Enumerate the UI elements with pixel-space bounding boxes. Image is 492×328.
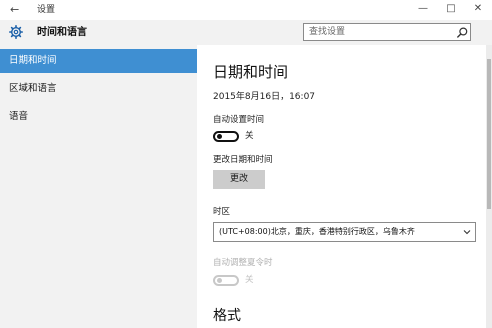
current-datetime: 2015年8月16日，16:07 <box>213 92 316 102</box>
minimize-button[interactable]: — <box>414 2 432 16</box>
scrollbar-thumb[interactable] <box>487 59 491 209</box>
close-button[interactable]: ✕ <box>469 2 487 16</box>
scrollbar[interactable] <box>486 45 492 328</box>
dst-state: 关 <box>245 275 254 285</box>
toggle-knob <box>217 278 222 283</box>
timezone-select[interactable]: (UTC+08:00)北京，重庆，香港特别行政区，乌鲁木齐 <box>213 222 476 242</box>
settings-window: ← 设置 — □ ✕ 时间和语言 日期和时间 区域和语言 语音 查找设置 日期和… <box>0 0 492 328</box>
auto-time-state: 关 <box>245 131 254 141</box>
maximize-button[interactable]: □ <box>442 2 460 16</box>
search-input[interactable] <box>309 26 449 38</box>
sidebar-item-speech[interactable]: 语音 <box>0 105 197 129</box>
window-title: 设置 <box>37 5 56 15</box>
chevron-down-icon <box>463 230 471 235</box>
dst-toggle[interactable] <box>213 275 239 286</box>
dst-label: 自动调整夏令时 <box>213 258 273 268</box>
search-strip <box>197 20 492 45</box>
auto-time-toggle[interactable] <box>213 131 239 142</box>
toggle-knob <box>217 134 222 139</box>
auto-time-label: 自动设置时间 <box>213 115 265 125</box>
format-heading: 格式 <box>213 308 241 324</box>
sidebar-title: 时间和语言 <box>37 27 87 38</box>
gear-icon[interactable] <box>9 25 23 39</box>
change-button[interactable]: 更改 <box>213 170 265 189</box>
sidebar-item-date-time[interactable]: 日期和时间 <box>0 49 197 73</box>
sidebar-item-region-language[interactable]: 区域和语言 <box>0 77 197 101</box>
page-title: 日期和时间 <box>213 63 289 81</box>
search-icon[interactable] <box>457 27 468 38</box>
title-bar: ← 设置 — □ ✕ <box>0 0 492 20</box>
change-datetime-label: 更改日期和时间 <box>213 155 273 165</box>
sidebar: 时间和语言 日期和时间 区域和语言 语音 <box>0 20 197 328</box>
main-content: 日期和时间 2015年8月16日，16:07 自动设置时间 关 更改日期和时间 … <box>197 45 492 328</box>
back-arrow-icon[interactable]: ← <box>10 3 19 17</box>
search-box[interactable] <box>303 23 471 41</box>
timezone-value: (UTC+08:00)北京，重庆，香港特别行政区，乌鲁木齐 <box>219 227 415 236</box>
sidebar-header: 时间和语言 <box>0 20 197 45</box>
timezone-label: 时区 <box>213 207 231 217</box>
